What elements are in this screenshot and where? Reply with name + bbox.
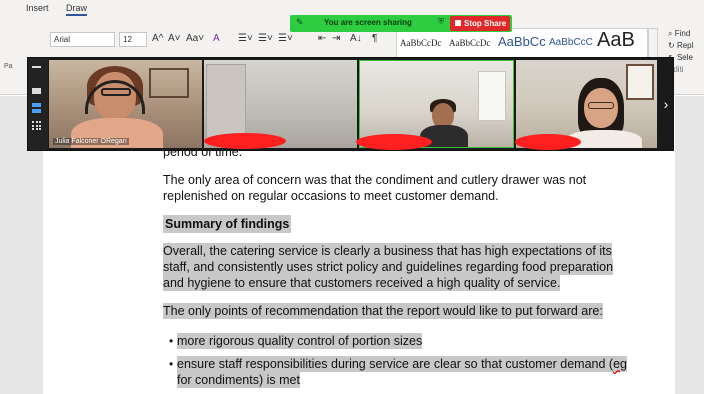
participant-glasses	[588, 102, 614, 109]
style-normal[interactable]: AaBbCcDc	[400, 38, 442, 48]
styles-gallery: AaBbCcDc AaBbCcDc AaBbCc AaBbCcC AaB	[396, 28, 648, 60]
doc-line-8: The only points of recommendation that t…	[163, 303, 603, 319]
bullets-button[interactable]: ☰˅	[238, 32, 253, 46]
bullet-item-1: • more rigorous quality control of portio…	[169, 333, 423, 349]
background-shelf	[149, 68, 189, 98]
doc-line-7: and hygiene to ensure that customers rec…	[163, 275, 561, 291]
name-redaction	[356, 134, 432, 150]
single-view-icon[interactable]	[32, 88, 41, 94]
replace-button[interactable]: ↻ Repl	[668, 40, 693, 52]
grow-font-button[interactable]: A^	[152, 32, 163, 46]
increase-indent-button[interactable]: ⇥	[332, 32, 340, 46]
style-no-spacing[interactable]: AaBbCcDc	[449, 38, 491, 48]
bullet-dot: •	[169, 357, 174, 371]
paste-label[interactable]: Pa	[4, 63, 13, 70]
video-tile-1[interactable]: Julia Falconer ORegan	[49, 60, 202, 148]
screen-share-banner: ✎ You are screen sharing ⛨ Stop Share	[290, 15, 512, 32]
ribbon-tabs: Insert Draw	[0, 0, 704, 16]
chevron-right-icon[interactable]: ›	[659, 94, 673, 114]
styles-gallery-scroll[interactable]	[648, 28, 658, 60]
style-heading-1[interactable]: AaBbCc	[498, 34, 546, 49]
name-redaction	[515, 134, 581, 150]
screen-share-message: You are screen sharing	[324, 18, 412, 27]
gallery-view-icon[interactable]	[32, 121, 41, 130]
tab-insert[interactable]: Insert	[26, 3, 49, 13]
font-name-dropdown[interactable]: Arial	[50, 32, 115, 47]
clear-formatting-button[interactable]: A	[213, 32, 220, 46]
name-redaction	[204, 133, 286, 149]
background-door	[206, 64, 246, 144]
minimize-icon[interactable]	[32, 66, 41, 68]
decrease-indent-button[interactable]: ⇤	[318, 32, 326, 46]
doc-heading-summary: Summary of findings	[163, 215, 292, 233]
find-button[interactable]: ⌕ Find	[668, 28, 693, 40]
doc-line-3: replenished on regular occasions to meet…	[163, 189, 499, 203]
zoom-video-strip: Julia Falconer ORegan ›	[27, 57, 674, 151]
search-icon: ⌕	[668, 29, 673, 38]
show-formatting-button[interactable]: ¶	[372, 32, 377, 46]
style-title[interactable]: AaB	[597, 29, 635, 52]
sort-button[interactable]: A↓	[350, 32, 362, 46]
bullet-item-2: • ensure staff responsibilities during se…	[169, 356, 627, 372]
replace-icon: ↻	[668, 41, 675, 50]
strip-controls	[28, 58, 48, 150]
doc-line-2: The only area of concern was that the co…	[163, 173, 587, 187]
multilevel-list-button[interactable]: ☰˅	[278, 32, 293, 46]
participant-name: Julia Falconer ORegan	[53, 138, 129, 145]
style-heading-2[interactable]: AaBbCcC	[549, 37, 593, 48]
background-window	[478, 71, 506, 121]
speaker-view-icon[interactable]	[32, 103, 41, 113]
shield-icon[interactable]: ⛨	[438, 17, 444, 27]
shrink-font-button[interactable]: A˅	[168, 32, 181, 46]
stop-share-button[interactable]: Stop Share	[450, 16, 510, 31]
bullet-item-2-cont: for condiments) is met	[177, 372, 300, 388]
background-window	[626, 64, 654, 100]
pin-icon[interactable]: ✎	[296, 17, 304, 28]
change-case-button[interactable]: Aa˅	[186, 32, 204, 46]
spelling-error[interactable]: eg	[613, 357, 627, 371]
font-size-dropdown[interactable]: 12	[119, 32, 147, 47]
bullet-dot: •	[169, 334, 174, 348]
tab-draw[interactable]: Draw	[66, 3, 88, 16]
doc-line-5: Overall, the catering service is clearly…	[163, 243, 612, 259]
numbering-button[interactable]: ☰˅	[258, 32, 273, 46]
doc-line-6: staff, and consistently uses strict poli…	[163, 259, 614, 275]
